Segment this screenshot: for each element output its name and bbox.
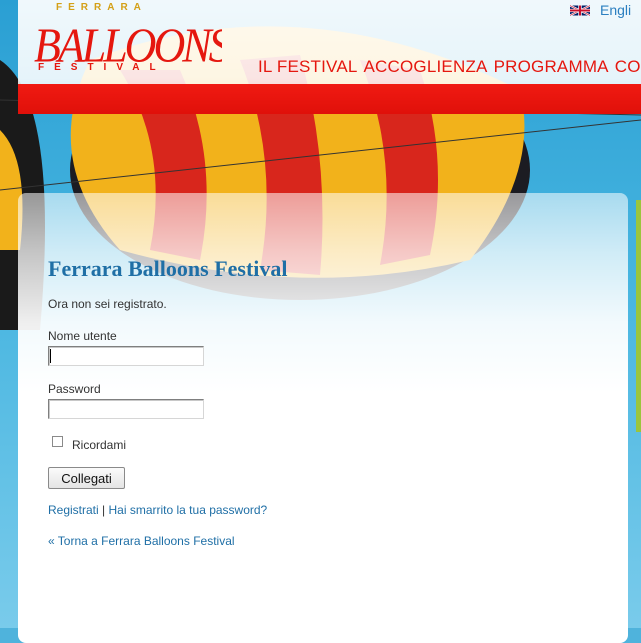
remember-me-label[interactable]: Ricordami xyxy=(72,438,126,452)
password-field[interactable] xyxy=(48,399,204,419)
page-title: Ferrara Balloons Festival xyxy=(48,256,288,281)
uk-flag-icon xyxy=(570,4,590,16)
login-button[interactable]: Collegati xyxy=(48,467,125,489)
username-label: Nome utente xyxy=(48,329,117,343)
password-label: Password xyxy=(48,382,101,396)
logo-bottom-text: FESTIVAL xyxy=(38,62,166,72)
language-label[interactable]: Engli xyxy=(600,2,631,18)
header-red-bar xyxy=(18,84,641,114)
main-nav: IL FESTIVAL ACCOGLIENZA PROGRAMMA CONC xyxy=(258,57,641,77)
nav-item-programma[interactable]: PROGRAMMA xyxy=(494,57,609,77)
language-switch[interactable]: Engli xyxy=(570,2,631,18)
register-link[interactable]: Registrati xyxy=(48,503,99,517)
remember-me-checkbox[interactable] xyxy=(52,436,63,447)
logo-top-text: FERRARA xyxy=(56,2,147,13)
nav-item-concorso[interactable]: CONC xyxy=(615,57,641,77)
text-cursor xyxy=(50,349,51,363)
account-links: Registrati | Hai smarrito la tua passwor… xyxy=(48,503,267,517)
sidebar-edge xyxy=(636,200,641,432)
nav-item-accoglienza[interactable]: ACCOGLIENZA xyxy=(364,57,488,77)
lost-password-link[interactable]: Hai smarrito la tua password? xyxy=(109,503,268,517)
back-to-site: « Torna a Ferrara Balloons Festival xyxy=(48,534,235,548)
ferrara-balloons-festival-logo[interactable]: FERRARA BALLOONS FESTIVAL xyxy=(32,0,222,72)
nav-item-il-festival[interactable]: IL FESTIVAL xyxy=(258,57,358,77)
username-field[interactable] xyxy=(48,346,204,366)
back-to-site-link[interactable]: « Torna a Ferrara Balloons Festival xyxy=(48,534,235,548)
login-status-message: Ora non sei registrato. xyxy=(48,297,167,311)
link-separator: | xyxy=(102,503,106,517)
